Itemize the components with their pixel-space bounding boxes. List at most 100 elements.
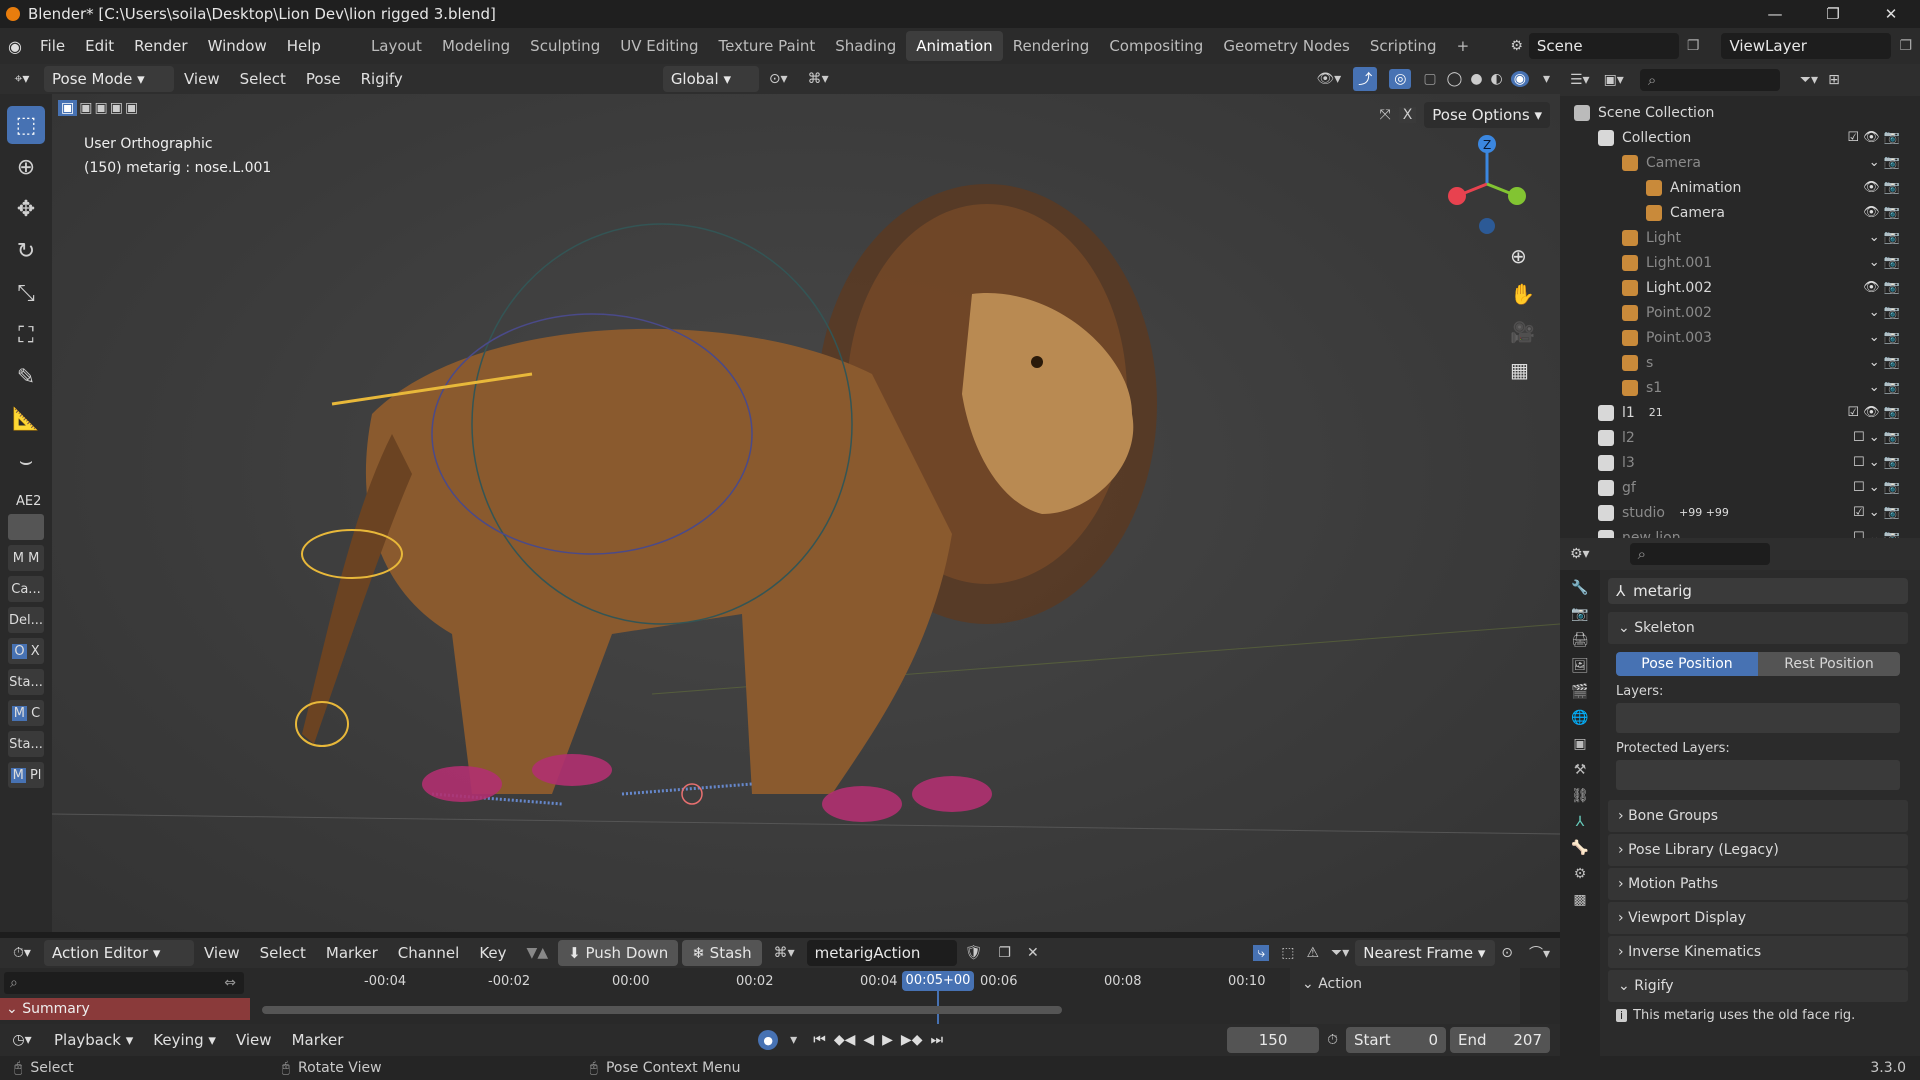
pb-menu-keying[interactable]: Keying ▾ (143, 1026, 226, 1054)
tab-scripting[interactable]: Scripting (1360, 31, 1447, 61)
texture-tab-icon[interactable]: ▩ (1573, 892, 1586, 908)
start-frame-field[interactable]: Start 0 (1346, 1027, 1446, 1053)
filter-icon[interactable]: ⏷▾ (1800, 72, 1818, 88)
current-frame-field[interactable]: 150 (1227, 1027, 1320, 1053)
scale-tool-icon[interactable]: ⤡ (7, 274, 45, 312)
bone-groups-panel[interactable]: › Bone Groups (1608, 800, 1908, 832)
outliner-row[interactable]: gf ☐ ⌄ 📷 (1560, 475, 1920, 500)
outliner-row[interactable]: Collection ☑ 👁 📷 (1560, 125, 1920, 150)
minimize-button[interactable]: — (1746, 0, 1804, 28)
ae-menu-marker[interactable]: Marker (316, 939, 388, 967)
timeline-editor-type-icon[interactable]: ◷▾ (0, 1032, 44, 1048)
outliner-row[interactable]: l3 ☐ ⌄ 📷 (1560, 450, 1920, 475)
layers-grid[interactable] (1616, 703, 1900, 733)
errors-only-icon[interactable]: ⚠ (1306, 945, 1319, 961)
new-collection-icon[interactable]: ⊞ (1828, 72, 1840, 88)
3d-viewport[interactable]: ▣ ▣ ▣ ▣ ▣ User Orthographic (150) metari… (52, 94, 1560, 932)
jump-keyframe-forward-icon[interactable]: ▶◆ (901, 1032, 923, 1048)
unlink-action-icon[interactable]: ✕ (1027, 945, 1039, 961)
proportional-edit-icon[interactable]: ⊙ (1501, 945, 1513, 961)
vp-menu-rigify[interactable]: Rigify (351, 65, 413, 93)
outliner-row[interactable]: Camera ⌄ 📷 (1560, 150, 1920, 175)
n-panel-blank-button[interactable] (8, 514, 44, 540)
properties-editor-type-icon[interactable]: ⚙▾ (1570, 546, 1590, 562)
n-panel-ox-button[interactable]: O X (8, 638, 44, 664)
outliner-row-toggles[interactable]: 👁 📷 (1863, 280, 1900, 295)
outliner-row-toggles[interactable]: ⌄ 📷 (1869, 155, 1900, 170)
add-workspace-button[interactable]: + (1447, 31, 1480, 61)
outliner-row-toggles[interactable]: ☑ 👁 📷 (1847, 405, 1900, 420)
menu-help[interactable]: Help (277, 32, 331, 60)
tab-compositing[interactable]: Compositing (1099, 31, 1213, 61)
push-down-button[interactable]: ⬇ Push Down (558, 940, 679, 966)
jump-end-icon[interactable]: ⏭ (930, 1032, 943, 1048)
bone-tab-icon[interactable]: 🦴 (1571, 840, 1588, 856)
menu-render[interactable]: Render (124, 32, 197, 60)
time-ruler[interactable]: -00:04 -00:02 00:00 00:02 00:04 00:06 00… (250, 968, 1290, 1024)
current-time-indicator[interactable]: 00:05+00 (902, 971, 974, 991)
display-mode-icon[interactable]: ▣▾ (1604, 72, 1624, 88)
preview-range-icon[interactable]: ⏱ (1327, 1032, 1338, 1048)
action-panel-header[interactable]: ⌄ Action (1290, 968, 1520, 1000)
object-tab-icon[interactable]: ▣ (1573, 736, 1586, 752)
snap-icon[interactable]: ⌘▾ (808, 71, 829, 87)
play-reverse-icon[interactable]: ◀ (863, 1032, 874, 1048)
outliner-row-toggles[interactable]: ☑ ⌄ 📷 (1853, 505, 1900, 520)
show-hidden-icon[interactable]: ⬚ (1281, 945, 1294, 961)
summary-channel[interactable]: ⌄ Summary (0, 998, 250, 1020)
outliner-row-toggles[interactable]: ⌄ 📷 (1869, 305, 1900, 320)
constraints-tab-icon[interactable]: ⛓ (1571, 788, 1589, 804)
outliner-row[interactable]: Point.003 ⌄ 📷 (1560, 325, 1920, 350)
scene-tab-icon[interactable]: 🎬 (1571, 684, 1588, 700)
modifiers-tab-icon[interactable]: ⚒ (1574, 762, 1587, 778)
outliner-row-toggles[interactable]: ☐ ⌄ 📷 (1853, 455, 1900, 470)
play-icon[interactable]: ▶ (882, 1032, 893, 1048)
close-button[interactable]: ✕ (1862, 0, 1920, 28)
pose-position-button[interactable]: Pose Position (1616, 652, 1758, 676)
menu-edit[interactable]: Edit (75, 32, 124, 60)
scene-icon[interactable]: ⚙ (1510, 38, 1523, 54)
skeleton-panel-header[interactable]: ⌄ Skeleton (1608, 612, 1908, 644)
stash-button[interactable]: ❄ Stash (682, 940, 762, 966)
horizontal-scrollbar[interactable] (262, 1006, 1062, 1014)
rendered-shading-icon[interactable]: ◉ (1510, 71, 1529, 87)
keying-options-icon[interactable]: ▾ (790, 1032, 797, 1048)
outliner-editor-type-icon[interactable]: ☰▾ (1570, 72, 1590, 88)
rest-position-button[interactable]: Rest Position (1758, 652, 1900, 676)
properties-search-input[interactable]: ⌕ (1629, 543, 1770, 565)
view-layer-copy-icon[interactable]: ❐ (1899, 38, 1912, 54)
outliner-row-toggles[interactable]: 👁 📷 (1863, 205, 1900, 220)
end-frame-field[interactable]: End 207 (1450, 1027, 1550, 1053)
cursor-tool-icon[interactable]: ⊕ (7, 148, 45, 186)
jump-start-icon[interactable]: ⏮ (813, 1032, 826, 1048)
vp-menu-select[interactable]: Select (230, 65, 296, 93)
tab-geometry-nodes[interactable]: Geometry Nodes (1213, 31, 1360, 61)
tab-layout[interactable]: Layout (361, 31, 432, 61)
tab-uv-editing[interactable]: UV Editing (610, 31, 708, 61)
action-name-field[interactable]: metarigAction (806, 940, 957, 966)
outliner-search-input[interactable]: ⌕ (1639, 69, 1780, 91)
tool-tab-icon[interactable]: 🔧 (1571, 580, 1588, 596)
menu-window[interactable]: Window (198, 32, 277, 60)
n-panel-sta2-button[interactable]: Sta... (8, 731, 44, 757)
viewport-display-panel[interactable]: › Viewport Display (1608, 902, 1908, 934)
pose-library-panel[interactable]: › Pose Library (Legacy) (1608, 834, 1908, 866)
outliner-row-toggles[interactable]: ⌄ 📷 (1869, 380, 1900, 395)
measure-tool-icon[interactable]: 📐 (7, 400, 45, 438)
outliner-row[interactable]: s ⌄ 📷 (1560, 350, 1920, 375)
xray-icon[interactable]: ▢ (1423, 71, 1436, 87)
rigify-panel[interactable]: ⌄ Rigify (1608, 970, 1908, 1002)
shading-options-icon[interactable]: ▾ (1543, 71, 1550, 87)
outliner-row-toggles[interactable]: ☑ 👁 📷 (1847, 130, 1900, 145)
mode-select[interactable]: Pose Mode ▾ (44, 66, 174, 92)
tab-shading[interactable]: Shading (825, 31, 906, 61)
vp-menu-pose[interactable]: Pose (296, 65, 351, 93)
auto-keying-icon[interactable]: ● (758, 1030, 779, 1050)
protected-layers-grid[interactable] (1616, 760, 1900, 790)
tab-rendering[interactable]: Rendering (1003, 31, 1100, 61)
blender-menu-icon[interactable]: ◉ (0, 37, 30, 56)
material-shading-icon[interactable]: ◐ (1491, 71, 1503, 87)
output-tab-icon[interactable]: 🖨 (1571, 632, 1589, 648)
outliner-row-toggles[interactable]: ⌄ 📷 (1869, 330, 1900, 345)
gizmo-toggle-icon[interactable]: ⤴ (1353, 67, 1378, 91)
